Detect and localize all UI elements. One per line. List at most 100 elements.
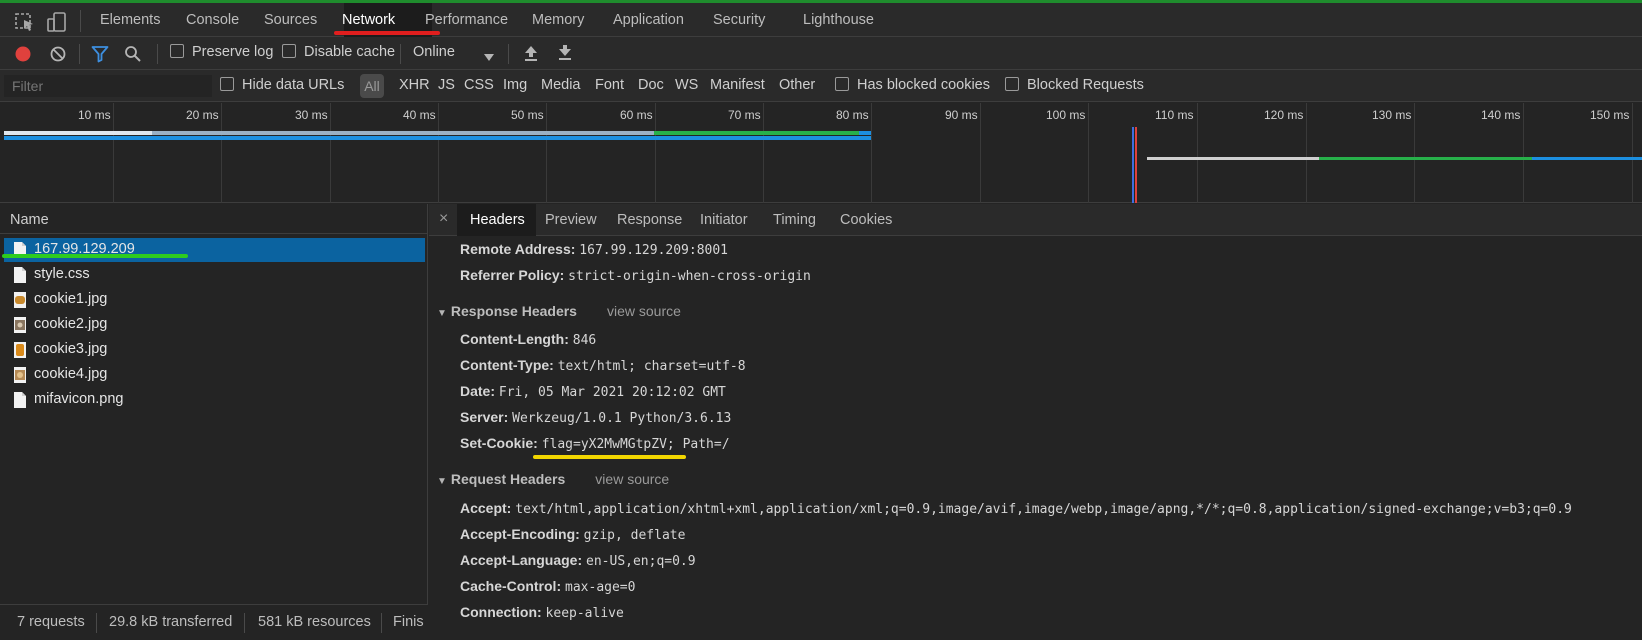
triangle-down-icon: ▼ <box>437 308 447 319</box>
filter-type-media[interactable]: Media <box>541 77 581 93</box>
blocked-requests-label: Blocked Requests <box>1027 77 1144 93</box>
tab-response[interactable]: Response <box>617 212 682 228</box>
request-row[interactable]: cookie4.jpg <box>4 363 425 387</box>
filter-type-font[interactable]: Font <box>595 77 624 93</box>
waterfall-bar-resource <box>1147 157 1319 160</box>
header-key: Content-Length: <box>460 331 569 347</box>
tick-label: 100 ms <box>1046 108 1086 122</box>
devtools-tab-bar: Elements Console Sources Network Perform… <box>0 0 1642 37</box>
has-blocked-cookies-checkbox[interactable]: Has blocked cookies <box>835 77 990 93</box>
inspect-element-icon[interactable] <box>14 11 36 33</box>
tab-console[interactable]: Console <box>186 12 239 28</box>
header-row: Server: Werkzeug/1.0.1 Python/3.6.13 <box>460 409 731 426</box>
response-headers-title: Response Headers <box>450 303 577 319</box>
image-thumbnail-icon <box>14 292 26 308</box>
filter-type-xhr[interactable]: XHR <box>399 77 430 93</box>
filter-type-img[interactable]: Img <box>503 77 527 93</box>
tab-application[interactable]: Application <box>613 12 684 28</box>
filter-type-all[interactable]: All <box>360 74 384 98</box>
waterfall-bar-resource <box>1319 157 1532 160</box>
chevron-down-icon[interactable] <box>484 49 494 61</box>
import-har-icon[interactable] <box>523 44 539 62</box>
tab-headers[interactable]: Headers <box>470 212 525 228</box>
device-toolbar-icon[interactable] <box>46 11 68 33</box>
filter-type-css[interactable]: CSS <box>464 77 494 93</box>
export-har-icon[interactable] <box>557 44 573 62</box>
set-cookie-value: flag=yX2MwMGtpZV; Path=/ <box>541 437 730 452</box>
network-toolbar: Preserve log Disable cache Online <box>0 37 1642 70</box>
filter-type-doc[interactable]: Doc <box>638 77 664 93</box>
preserve-log-label: Preserve log <box>192 44 274 60</box>
header-key: Cache-Control: <box>460 578 562 594</box>
filter-input[interactable] <box>4 75 212 97</box>
tab-timing[interactable]: Timing <box>773 212 816 228</box>
disable-cache-checkbox[interactable]: Disable cache <box>282 44 395 60</box>
header-value: Werkzeug/1.0.1 Python/3.6.13 <box>512 411 732 426</box>
tab-lighthouse[interactable]: Lighthouse <box>803 12 874 28</box>
finish-time: Finis <box>393 614 424 630</box>
request-list: Name 167.99.129.209 style.css cookie1.jp… <box>0 204 428 640</box>
view-source-link[interactable]: view source <box>607 303 681 319</box>
header-key: Date: <box>460 383 496 399</box>
request-row[interactable]: style.css <box>4 263 425 287</box>
request-count: 7 requests <box>17 614 85 630</box>
tab-sources[interactable]: Sources <box>264 12 317 28</box>
filter-type-other[interactable]: Other <box>779 77 815 93</box>
request-details: × Headers Preview Response Initiator Tim… <box>429 204 1642 640</box>
header-value: text/html; charset=utf-8 <box>557 359 746 374</box>
filter-type-manifest[interactable]: Manifest <box>710 77 765 93</box>
header-row: Date: Fri, 05 Mar 2021 20:12:02 GMT <box>460 383 726 400</box>
header-key: Set-Cookie: <box>460 435 538 451</box>
header-row: Remote Address: 167.99.129.209:8001 <box>460 241 728 258</box>
tab-network[interactable]: Network <box>342 12 395 28</box>
annotation-yellow-underline <box>533 455 686 459</box>
header-value: text/html,application/xhtml+xml,applicat… <box>515 502 1572 517</box>
tab-cookies[interactable]: Cookies <box>840 212 892 228</box>
transferred-size: 29.8 kB transferred <box>109 614 233 630</box>
tab-performance[interactable]: Performance <box>425 12 508 28</box>
request-row[interactable]: cookie3.jpg <box>4 338 425 362</box>
tab-memory[interactable]: Memory <box>532 12 584 28</box>
request-row[interactable]: cookie2.jpg <box>4 313 425 337</box>
blocked-requests-checkbox[interactable]: Blocked Requests <box>1005 77 1144 93</box>
header-row: Content-Type: text/html; charset=utf-8 <box>460 357 746 374</box>
header-key: Accept-Language: <box>460 552 583 568</box>
header-key: Referrer Policy: <box>460 267 565 283</box>
clear-icon[interactable] <box>49 45 67 63</box>
preserve-log-checkbox[interactable]: Preserve log <box>170 44 273 60</box>
annotation-red-underline <box>334 31 440 35</box>
tab-initiator[interactable]: Initiator <box>700 212 748 228</box>
filter-type-js[interactable]: JS <box>438 77 455 93</box>
request-headers-section[interactable]: ▼ Request Headers view source <box>437 471 669 487</box>
request-row[interactable]: 167.99.129.209 <box>4 238 425 262</box>
header-value: 846 <box>572 333 597 348</box>
tab-preview[interactable]: Preview <box>545 212 597 228</box>
network-status-bar: 7 requests 29.8 kB transferred 581 kB re… <box>0 604 428 640</box>
view-source-link[interactable]: view source <box>595 471 669 487</box>
has-blocked-cookies-label: Has blocked cookies <box>857 77 990 93</box>
image-thumbnail-icon <box>14 317 26 333</box>
image-thumbnail-icon <box>14 367 26 383</box>
hide-data-urls-checkbox[interactable]: Hide data URLs <box>220 77 344 93</box>
tick-label: 60 ms <box>620 108 653 122</box>
throttling-select[interactable]: Online <box>413 44 455 60</box>
timeline-overview[interactable]: 10 ms 20 ms 30 ms 40 ms 50 ms 60 ms 70 m… <box>0 103 1642 256</box>
search-icon[interactable] <box>124 45 142 63</box>
record-icon[interactable] <box>14 45 32 63</box>
name-column-header[interactable]: Name <box>0 204 428 234</box>
close-icon[interactable]: × <box>439 210 448 228</box>
tab-security[interactable]: Security <box>713 12 765 28</box>
filter-icon[interactable] <box>91 45 109 63</box>
header-key: Remote Address: <box>460 241 576 257</box>
tab-elements[interactable]: Elements <box>100 12 160 28</box>
response-headers-section[interactable]: ▼ Response Headers view source <box>437 303 681 319</box>
header-value: 167.99.129.209:8001 <box>579 243 729 258</box>
request-row[interactable]: cookie1.jpg <box>4 288 425 312</box>
request-name: mifavicon.png <box>34 391 124 407</box>
tick-label: 110 ms <box>1155 108 1194 122</box>
request-row[interactable]: mifavicon.png <box>4 388 425 412</box>
filter-bar: Hide data URLs All XHR JS CSS Img Media … <box>0 70 1642 102</box>
tick-label: 10 ms <box>78 108 111 122</box>
waterfall-bar-doc <box>654 131 859 135</box>
filter-type-ws[interactable]: WS <box>675 77 698 93</box>
